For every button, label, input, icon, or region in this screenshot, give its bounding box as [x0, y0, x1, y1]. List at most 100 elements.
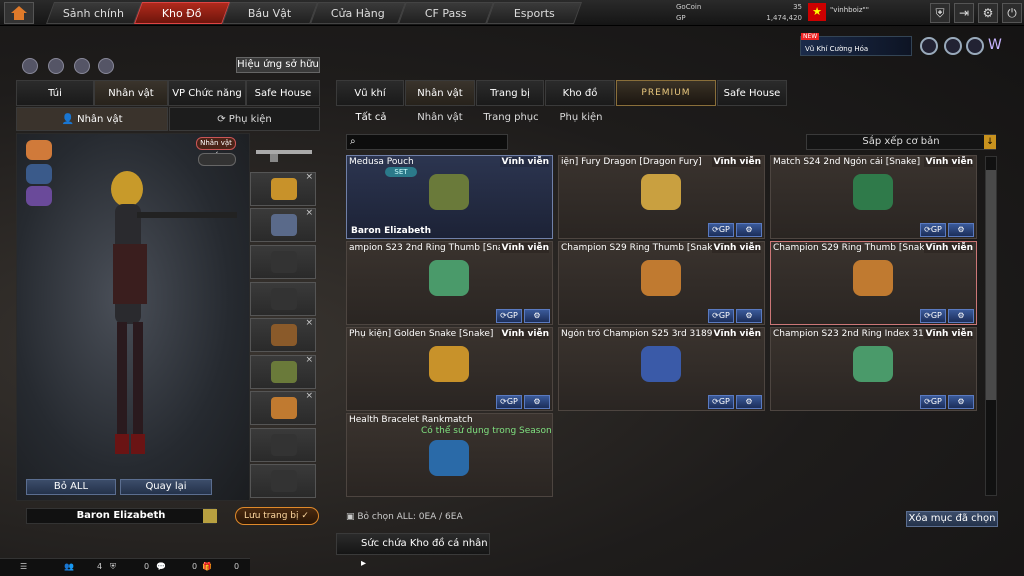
gear-icon[interactable]: ⚙	[736, 223, 762, 237]
character-name: Baron Elizabeth	[26, 508, 216, 524]
gear-icon[interactable]: ⚙	[524, 395, 550, 409]
home-button[interactable]	[4, 2, 34, 24]
item-card[interactable]: iện] Fury Dragon [Dragon Fury] Vĩnh viễn…	[558, 155, 765, 239]
subtab-character[interactable]: 👤 Nhân vật	[16, 107, 168, 131]
remove-icon[interactable]: ×	[305, 208, 313, 218]
item-card[interactable]: Health Bracelet Rankmatch Có thể sử dụng…	[346, 413, 553, 497]
vip-icon[interactable]: W	[988, 37, 1006, 55]
character-badge[interactable]: Nhân vật ✓	[196, 137, 236, 158]
item-card[interactable]: Champion S23 2nd Ring Index 31899 Vĩnh v…	[770, 327, 977, 411]
tab-safe-house[interactable]: Safe House	[246, 80, 320, 106]
exit-icon[interactable]: ⇥	[954, 3, 974, 23]
friends-icon[interactable]: 👥	[64, 562, 74, 571]
gear-icon[interactable]: ⚙	[948, 309, 974, 323]
gear-icon[interactable]: ⚙	[736, 395, 762, 409]
nav-tab-cfpass[interactable]: CF Pass	[397, 2, 495, 24]
tab-premium[interactable]: PREMIUM	[616, 80, 716, 106]
character-type-icon[interactable]	[26, 140, 52, 160]
gift-icon[interactable]	[22, 58, 38, 74]
filter-character[interactable]: Nhân vật	[412, 108, 468, 126]
filter-costume[interactable]: Trang phục	[478, 108, 544, 126]
chevron-down-icon[interactable]: ↓	[984, 135, 996, 149]
equip-slot-back[interactable]	[250, 282, 316, 316]
tab-safe-house-right[interactable]: Safe House	[717, 80, 787, 106]
equip-slot-glove[interactable]	[250, 428, 316, 462]
equip-slot-bracelet[interactable]	[250, 464, 316, 498]
gear-icon[interactable]: ⚙	[524, 309, 550, 323]
gear-icon[interactable]: ⚙	[948, 395, 974, 409]
item-card[interactable]: Ngón trỏ Champion S25 3rd 31899 Vĩnh viễ…	[558, 327, 765, 411]
refresh-icon[interactable]	[48, 58, 64, 74]
equip-slot-head[interactable]: ×	[250, 172, 316, 206]
nav-tab-lobby[interactable]: Sảnh chính	[45, 2, 143, 24]
scroll-thumb[interactable]	[986, 170, 996, 400]
equip-slot-glasses[interactable]: ×	[250, 208, 316, 242]
item-card[interactable]: Champion S29 Ring Thumb [Snake] Vĩnh viễ…	[558, 241, 765, 325]
search-input[interactable]	[346, 134, 508, 150]
menu-icon[interactable]: ☰	[20, 562, 27, 571]
remove-icon[interactable]: ×	[305, 318, 313, 328]
wing-type-icon[interactable]	[26, 186, 52, 206]
gp-sell-button[interactable]: ⟳GP	[920, 309, 946, 323]
remove-all-button[interactable]: Bỏ ALL	[26, 479, 116, 495]
nav-tab-inventory[interactable]: Kho Đồ	[133, 2, 231, 24]
equip-slot-pouch[interactable]: ×	[250, 355, 316, 389]
item-card[interactable]: Phụ kiện] Golden Snake [Snake] Vĩnh viễn…	[346, 327, 553, 411]
gear-icon[interactable]: ⚙	[736, 309, 762, 323]
bracelet-icon	[271, 470, 297, 492]
tab-equipment[interactable]: Trang bị	[476, 80, 544, 106]
filter-accessory[interactable]: Phụ kiện	[554, 108, 608, 126]
tab-bag[interactable]: Túi	[16, 80, 94, 106]
mask-type-icon[interactable]	[26, 164, 52, 184]
unselect-all[interactable]: ▣ Bỏ chọn ALL: 0EA / 6EA	[346, 512, 463, 522]
gp-sell-button[interactable]: ⟳GP	[920, 223, 946, 237]
shield-icon[interactable]: ⛨	[930, 3, 950, 23]
users-icon[interactable]	[74, 58, 90, 74]
list-icon[interactable]	[203, 509, 217, 523]
subtab-accessory[interactable]: ⟳ Phụ kiện	[169, 107, 320, 131]
storage-capacity-button[interactable]: Sức chứa Kho đồ cá nhân ▸	[336, 533, 490, 569]
tab-storage[interactable]: Kho đồ	[545, 80, 615, 106]
chat-icon[interactable]: 💬	[156, 562, 166, 571]
shield-icon[interactable]: ⛨	[110, 562, 116, 572]
tab-weapons[interactable]: Vũ khí	[336, 80, 404, 106]
back-button[interactable]: Quay lại	[120, 479, 212, 495]
power-icon[interactable]: ⏻	[1002, 3, 1022, 23]
event-icon[interactable]	[920, 37, 938, 55]
gift-icon[interactable]: 🎁	[202, 562, 212, 571]
gear-icon[interactable]: ⚙	[948, 223, 974, 237]
toggle-badge[interactable]	[198, 153, 236, 166]
equip-slot-item[interactable]: ×	[250, 318, 316, 352]
nav-tab-treasure[interactable]: Báu Vật	[221, 2, 319, 24]
item-card[interactable]: Match S24 2nd Ngón cái [Snake] Vĩnh viễn…	[770, 155, 977, 239]
remove-icon[interactable]: ×	[305, 355, 313, 365]
gp-sell-button[interactable]: ⟳GP	[708, 309, 734, 323]
gear-icon[interactable]: ⚙	[978, 3, 998, 23]
filter-all[interactable]: Tất cả	[346, 108, 396, 126]
tab-character[interactable]: Nhân vật	[94, 80, 168, 106]
delete-selected-button[interactable]: Xóa mục đã chọn	[906, 511, 998, 527]
weapon-slot[interactable]	[252, 140, 316, 164]
remove-icon[interactable]: ×	[305, 172, 313, 182]
item-card[interactable]: Medusa Pouch Vĩnh viễn SET Baron Elizabe…	[346, 155, 553, 239]
equip-slot-body[interactable]	[250, 245, 316, 279]
save-loadout-button[interactable]: Lưu trang bị ✓	[235, 507, 319, 525]
tab-characters[interactable]: Nhân vật	[405, 80, 475, 106]
gp-sell-button[interactable]: ⟳GP	[708, 223, 734, 237]
nav-tab-esports[interactable]: Esports	[485, 2, 583, 24]
gp-sell-button[interactable]: ⟳GP	[496, 309, 522, 323]
equip-slot-ring[interactable]: ×	[250, 391, 316, 425]
bag-icon[interactable]	[98, 58, 114, 74]
effect-button[interactable]: Hiệu ứng sở hữu	[236, 57, 320, 73]
remove-icon[interactable]: ×	[305, 391, 313, 401]
gp-sell-button[interactable]: ⟳GP	[920, 395, 946, 409]
item-card[interactable]: Champion S29 Ring Thumb [Snake] Vĩnh viễ…	[770, 241, 977, 325]
sort-dropdown[interactable]: Sắp xếp cơ bản	[806, 134, 996, 150]
tab-function-items[interactable]: VP Chức năng	[168, 80, 246, 106]
event-icon-3[interactable]	[966, 37, 984, 55]
nav-tab-shop[interactable]: Cửa Hàng	[309, 2, 407, 24]
item-card[interactable]: ampion S23 2nd Ring Thumb [Snake] Vĩnh v…	[346, 241, 553, 325]
event-icon-2[interactable]	[944, 37, 962, 55]
gp-sell-button[interactable]: ⟳GP	[708, 395, 734, 409]
gp-sell-button[interactable]: ⟳GP	[496, 395, 522, 409]
